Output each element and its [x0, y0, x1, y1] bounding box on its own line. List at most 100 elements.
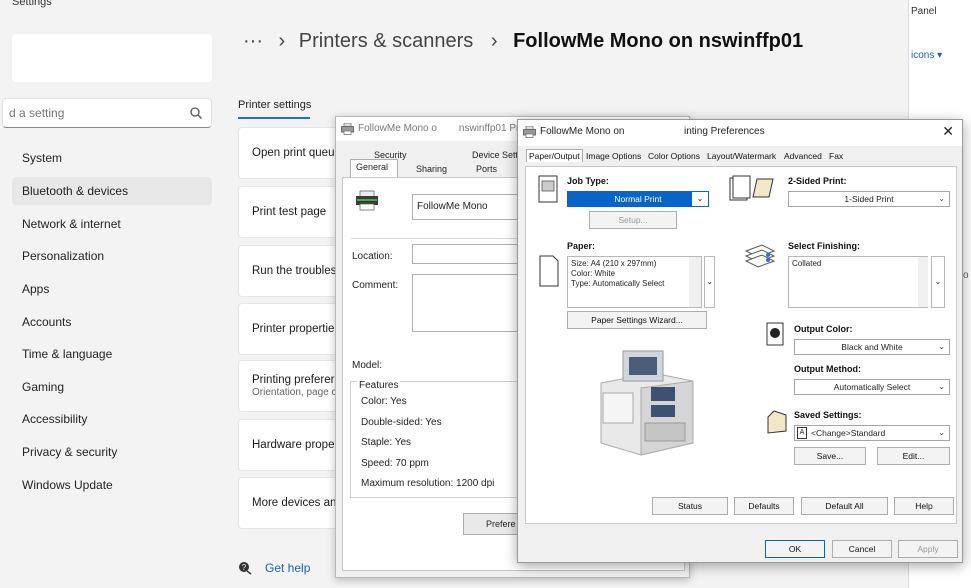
nav-item-personalization[interactable]: Personalization: [12, 242, 212, 270]
printer-icon: [523, 126, 536, 138]
run-troubleshooter-card[interactable]: Run the troubles: [238, 245, 338, 297]
printer-icon: [341, 123, 354, 135]
paper-output-panel: Job Type: Normal Print ⌄ Setup... Paper:…: [525, 166, 957, 524]
hardware-properties-card[interactable]: Hardware prope: [238, 419, 338, 471]
close-icon[interactable]: ✕: [942, 123, 954, 140]
search-icon[interactable]: [189, 106, 203, 120]
job-type-value: Normal Print: [614, 194, 662, 204]
finishing-dropdown-button[interactable]: ⌄: [931, 256, 945, 308]
breadcrumb-separator: ›: [490, 30, 498, 52]
search-input[interactable]: [9, 104, 179, 122]
tab-color-options[interactable]: Color Options: [648, 151, 700, 161]
breadcrumb-more-button[interactable]: ···: [243, 30, 263, 52]
defaults-button[interactable]: Defaults: [734, 497, 794, 515]
output-color-label: Output Color:: [794, 324, 853, 334]
nav-item-bluetooth-devices[interactable]: Bluetooth & devices: [12, 177, 212, 205]
paper-list-scrollbar[interactable]: [689, 257, 701, 307]
nav-item-apps[interactable]: Apps: [12, 275, 212, 303]
nav-item-gaming[interactable]: Gaming: [12, 373, 212, 401]
saved-settings-select[interactable]: A <Change>Standard ⌄: [794, 425, 950, 441]
tab-ports[interactable]: Ports: [476, 164, 497, 174]
preferences-title-right: inting Preferences: [684, 126, 765, 137]
tab-fax[interactable]: Fax: [829, 151, 843, 161]
job-type-select[interactable]: Normal Print ⌄: [567, 191, 709, 207]
finishing-list[interactable]: Collated: [788, 256, 928, 308]
chevron-down-icon: ⌄: [938, 382, 945, 391]
chevron-down-icon: ⌄: [938, 342, 945, 351]
nav-item-privacy-security[interactable]: Privacy & security: [12, 438, 212, 466]
apply-button[interactable]: Apply: [898, 540, 958, 558]
nav-item-network-internet[interactable]: Network & internet: [12, 210, 212, 238]
paper-icon: [539, 255, 559, 287]
feature-max-resolution: Maximum resolution: 1200 dpi: [361, 478, 495, 489]
two-sided-label: 2-Sided Print:: [788, 176, 847, 186]
nav-item-windows-update[interactable]: Windows Update: [12, 471, 212, 499]
icons-view-dropdown[interactable]: icons ▾: [911, 50, 942, 61]
nav-item-accessibility[interactable]: Accessibility: [12, 405, 212, 433]
tab-sharing[interactable]: Sharing: [416, 164, 447, 174]
setup-button[interactable]: Setup...: [589, 211, 677, 229]
card-label: Printing preferer: [252, 374, 335, 386]
output-color-select[interactable]: Black and White ⌄: [794, 339, 950, 355]
feature-double-sided: Double-sided: Yes: [361, 417, 442, 428]
paper-dropdown-button[interactable]: ⌄: [704, 256, 715, 308]
status-button[interactable]: Status: [652, 497, 728, 515]
tab-image-options[interactable]: Image Options: [586, 151, 641, 161]
nav-item-time-language[interactable]: Time & language: [12, 340, 212, 368]
help-button[interactable]: Help: [894, 497, 954, 515]
paper-color: Color: White: [571, 269, 616, 278]
paper-summary-list[interactable]: Size: A4 (210 x 297mm) Color: White Type…: [567, 256, 702, 308]
paper-type: Type: Automatically Select: [571, 279, 665, 288]
print-test-page-card[interactable]: Print test page: [238, 186, 338, 238]
panel-label: Panel: [911, 6, 937, 17]
chevron-down-icon: ⌄: [938, 194, 945, 203]
model-label: Model:: [352, 360, 383, 371]
save-button[interactable]: Save...: [794, 447, 866, 465]
printing-preferences-card[interactable]: Printing preferer Orientation, page c: [238, 360, 338, 412]
folder-icon: [767, 410, 787, 434]
output-color-value: Black and White: [841, 342, 903, 352]
tab-paper-output[interactable]: Paper/Output: [526, 149, 583, 162]
tab-layout-watermark[interactable]: Layout/Watermark: [707, 151, 776, 161]
two-sided-value: 1-Sided Print: [844, 194, 894, 204]
feature-staple: Staple: Yes: [361, 437, 412, 448]
breadcrumb-separator: ›: [278, 30, 286, 52]
paper-settings-wizard-button[interactable]: Paper Settings Wizard...: [567, 311, 707, 329]
two-sided-select[interactable]: 1-Sided Print ⌄: [788, 191, 950, 207]
output-method-select[interactable]: Automatically Select ⌄: [794, 379, 950, 395]
printer-properties-card[interactable]: Printer propertie: [238, 303, 338, 355]
search-box[interactable]: [2, 98, 212, 128]
card-label: Open print queu: [252, 147, 335, 159]
profile-box[interactable]: [12, 34, 212, 82]
model-value: [402, 350, 522, 382]
output-method-label: Output Method:: [794, 364, 861, 374]
printer-large-icon: [356, 190, 378, 211]
printer-name-value: FollowMe Mono: [417, 201, 488, 212]
panel-glyph: o: [963, 270, 969, 281]
tab-advanced[interactable]: Advanced: [784, 151, 822, 161]
breadcrumb-parent-link[interactable]: Printers & scanners: [299, 30, 474, 52]
card-label: Run the troubles: [252, 265, 337, 277]
breadcrumb: ··· › Printers & scanners › FollowMe Mon…: [243, 30, 803, 53]
output-color-icon: [766, 322, 784, 346]
edit-button[interactable]: Edit...: [877, 447, 950, 465]
open-print-queue-card[interactable]: Open print queu: [238, 127, 338, 179]
finishing-icon: [744, 244, 776, 268]
cancel-button[interactable]: Cancel: [832, 540, 892, 558]
tab-device-settings[interactable]: Device Sett: [472, 150, 518, 160]
job-type-label: Job Type:: [567, 176, 609, 186]
paper-label: Paper:: [567, 241, 596, 251]
nav-item-system[interactable]: System: [12, 144, 212, 172]
preferences-title-left: FollowMe Mono on: [540, 126, 625, 137]
chevron-down-icon: ⌄: [938, 428, 945, 437]
finishing-label: Select Finishing:: [788, 241, 861, 251]
default-all-button[interactable]: Default All: [801, 497, 888, 515]
tab-general[interactable]: General: [356, 162, 388, 172]
nav-item-accounts[interactable]: Accounts: [12, 308, 212, 336]
paper-size: Size: A4 (210 x 297mm): [571, 259, 657, 268]
get-help-link[interactable]: Get help: [265, 561, 310, 575]
features-heading: Features: [357, 380, 401, 391]
ok-button[interactable]: OK: [765, 540, 825, 558]
more-devices-card[interactable]: More devices an: [238, 477, 338, 529]
finishing-list-scrollbar[interactable]: [918, 257, 928, 307]
